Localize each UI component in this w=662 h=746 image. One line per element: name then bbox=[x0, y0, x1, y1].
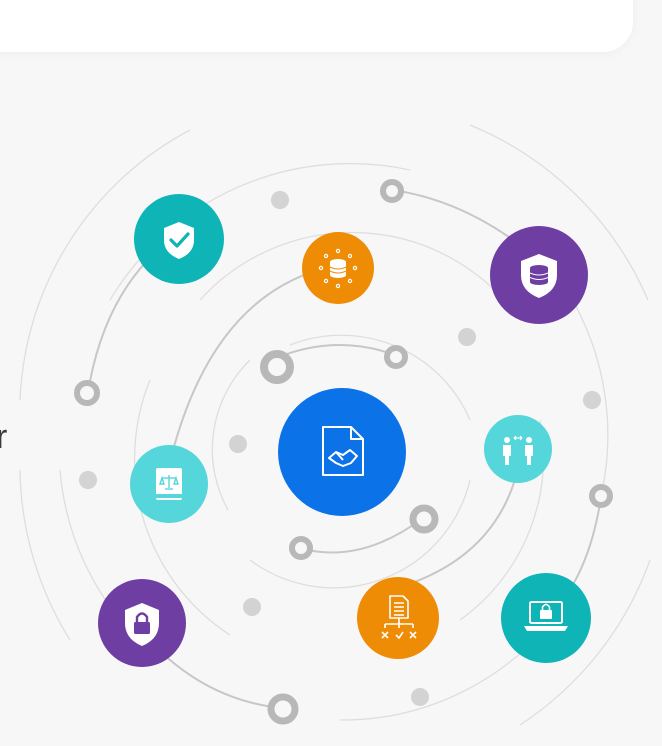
connector-arc bbox=[299, 517, 424, 554]
node-shield-check bbox=[134, 194, 224, 284]
gray-dot bbox=[79, 471, 97, 489]
connector-arc bbox=[283, 344, 396, 356]
node-document-agreement bbox=[278, 388, 406, 516]
ring-node bbox=[589, 484, 613, 508]
node-database-shield bbox=[490, 226, 588, 324]
ring-node bbox=[380, 179, 404, 203]
ring-node bbox=[267, 693, 299, 725]
connector-arc bbox=[392, 189, 521, 246]
ring-node bbox=[409, 504, 439, 534]
orbit-arc bbox=[19, 469, 71, 641]
node-document-workflow bbox=[357, 577, 439, 659]
node-lock-shield bbox=[98, 579, 186, 667]
node-law-book bbox=[130, 445, 208, 523]
orbit-arc bbox=[211, 359, 251, 511]
node-laptop-lock bbox=[501, 573, 591, 663]
gray-dot bbox=[583, 391, 601, 409]
ring-node bbox=[289, 536, 313, 560]
gray-dot bbox=[458, 328, 476, 346]
network-diagram bbox=[19, 124, 651, 726]
law-book-icon bbox=[156, 468, 182, 500]
gray-dot bbox=[271, 191, 289, 209]
gray-dot bbox=[243, 598, 261, 616]
connector-arc bbox=[389, 459, 521, 591]
node-data-network bbox=[302, 232, 374, 304]
node-people-exchange bbox=[484, 415, 552, 483]
gray-dot bbox=[411, 688, 429, 706]
ring-node bbox=[384, 345, 408, 369]
ring-node bbox=[74, 380, 100, 406]
gray-dot bbox=[229, 435, 247, 453]
ring-node bbox=[260, 350, 294, 384]
